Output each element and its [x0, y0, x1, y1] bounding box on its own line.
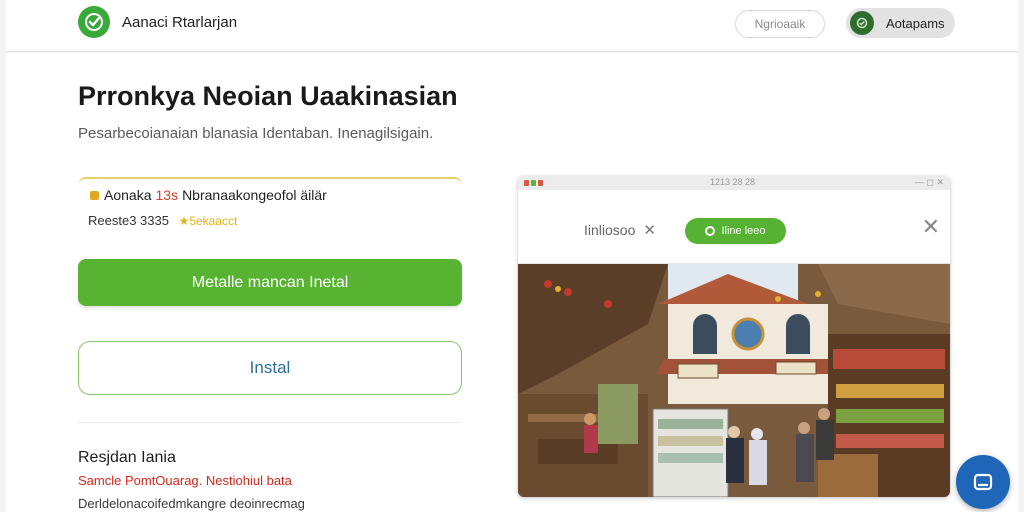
app-info-card: Aonaka 13s Nbranaakongeofol äilär Reeste…	[78, 177, 462, 228]
window-dot-red	[524, 180, 529, 186]
account-label: Aotapams	[886, 15, 945, 31]
window-titlebar: 1213 28 28 — ◻ ✕	[518, 176, 950, 190]
app-tag: 13s	[155, 187, 179, 203]
section-warning: Samcle PomtOuarag. Nestiohiul bata	[78, 473, 292, 488]
pill-icon	[705, 226, 716, 236]
chat-icon[interactable]	[956, 455, 1010, 509]
app-description: Nbranaakongeofol äilär	[182, 187, 327, 203]
page-subtitle: Pesarbecoianaian blanasia Identaban. Ine…	[78, 125, 434, 142]
account-icon	[850, 11, 874, 35]
page-title: Prronkya Neoian Uaakinasian	[78, 81, 458, 111]
app-name: Aonaka	[104, 187, 152, 203]
close-icon[interactable]: ✕	[643, 221, 656, 239]
preview-pill-button[interactable]: Iline leeo	[685, 218, 786, 244]
preview-filter[interactable]: Iinliosoo ✕	[584, 221, 656, 239]
warning-icon	[90, 190, 99, 200]
window-title: 1213 28 28	[710, 177, 756, 187]
preview-filter-label: Iinliosoo	[584, 222, 636, 238]
brand-name: Aanaci Rtarlarjan	[122, 14, 238, 31]
window-controls[interactable]: — ◻ ✕	[915, 177, 944, 188]
app-preview-window: 1213 28 28 — ◻ ✕ Iinliosoo ✕ Iline leeo …	[518, 176, 950, 497]
section-title: Resjdan Iania	[78, 449, 176, 466]
divider	[78, 422, 462, 423]
preview-pill-label: Iline leeo	[721, 225, 766, 237]
check-logo-icon[interactable]	[78, 6, 110, 38]
shop-photo	[518, 264, 950, 497]
window-dot-green	[531, 180, 536, 186]
install-button[interactable]: Instal	[78, 341, 462, 395]
app-info-row: Aonaka 13s Nbranaakongeofol äilär	[90, 187, 327, 203]
page: Aanaci Rtarlarjan Ngrioaaik Aotapams Prr…	[0, 0, 1024, 512]
app-meta-row: Reeste3 3335 ★5ekaacct	[88, 213, 237, 228]
main-content: Prronkya Neoian Uaakinasian Pesarbecoian…	[6, 53, 1018, 512]
header-link-button[interactable]: Ngrioaaik	[735, 10, 825, 38]
window-dot-orange	[538, 180, 543, 186]
primary-install-button[interactable]: Metalle mancan Inetal	[78, 259, 462, 306]
app-meta: Reeste3 3335	[88, 213, 169, 228]
account-button[interactable]: Aotapams	[846, 8, 955, 38]
section-text: Derldelonacoifedmkangre deoinrecmag	[78, 496, 305, 511]
preview-toolbar: Iinliosoo ✕ Iline leeo ✕	[518, 190, 950, 264]
close-icon[interactable]: ✕	[922, 214, 940, 240]
top-header: Aanaci Rtarlarjan Ngrioaaik Aotapams	[6, 0, 1018, 52]
star-rating: ★5ekaacct	[178, 214, 238, 228]
